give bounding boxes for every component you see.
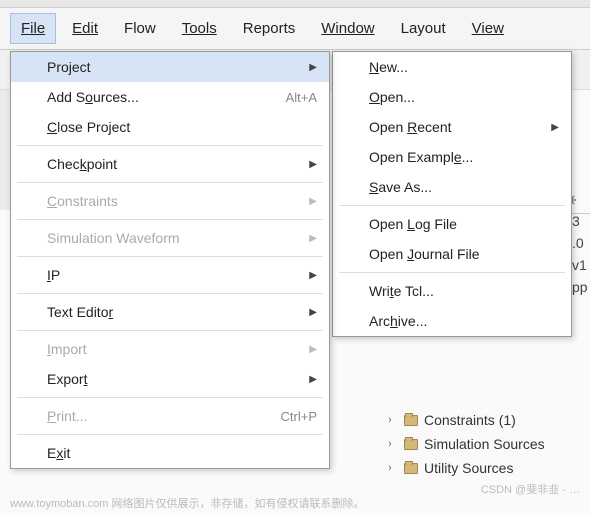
separator (17, 293, 323, 294)
chevron-right-icon: ▶ (309, 159, 317, 170)
menu-label: Add Sources... (47, 89, 139, 105)
menu-label: Project (47, 59, 91, 75)
tree-item-util-sources[interactable]: › Utility Sources (380, 456, 590, 480)
menu-layout[interactable]: Layout (391, 14, 456, 43)
submenu-open-journal[interactable]: Open Journal File (333, 239, 571, 269)
chevron-right-icon: › (388, 438, 398, 450)
separator (339, 205, 565, 206)
menu-ip[interactable]: IP ▶ (11, 260, 329, 290)
folder-icon (404, 415, 418, 426)
menu-label: Import (47, 341, 87, 357)
menu-label: Save As... (369, 179, 432, 195)
separator (17, 434, 323, 435)
submenu-archive[interactable]: Archive... (333, 306, 571, 336)
chevron-right-icon: ▶ (551, 122, 559, 133)
chevron-right-icon: ▶ (309, 270, 317, 281)
tree-label: Constraints (1) (424, 412, 516, 428)
menu-label: Open Recent (369, 119, 452, 135)
separator (339, 272, 565, 273)
menu-label: Close Project (47, 119, 130, 135)
menu-label: Write Tcl... (369, 283, 434, 299)
menu-label: Print... (47, 408, 87, 424)
menu-tools[interactable]: Tools (172, 14, 227, 43)
tree-label: Utility Sources (424, 460, 513, 476)
submenu-save-as[interactable]: Save As... (333, 172, 571, 202)
chevron-right-icon: ▶ (309, 307, 317, 318)
tree-item-constraints[interactable]: › Constraints (1) (380, 408, 590, 432)
menu-label: Open... (369, 89, 415, 105)
submenu-new[interactable]: New... (333, 52, 571, 82)
submenu-open-example[interactable]: Open Example... (333, 142, 571, 172)
separator (17, 182, 323, 183)
chevron-right-icon: ▶ (309, 196, 317, 207)
menu-constraints: Constraints ▶ (11, 186, 329, 216)
separator (17, 256, 323, 257)
folder-icon (404, 439, 418, 450)
tree-item-sim-sources[interactable]: › Simulation Sources (380, 432, 590, 456)
menu-label: Constraints (47, 193, 118, 209)
menu-print: Print... Ctrl+P (11, 401, 329, 431)
menu-add-sources[interactable]: Add Sources... Alt+A (11, 82, 329, 112)
menu-label: Exit (47, 445, 70, 461)
separator (17, 330, 323, 331)
menu-flow[interactable]: Flow (114, 14, 166, 43)
menu-close-project[interactable]: Close Project (11, 112, 329, 142)
chevron-right-icon: ▶ (309, 233, 317, 244)
menu-export[interactable]: Export ▶ (11, 364, 329, 394)
project-submenu: New... Open... Open Recent ▶ Open Exampl… (332, 51, 572, 337)
chevron-right-icon: › (388, 462, 398, 474)
menubar: File Edit Flow Tools Reports Window Layo… (0, 8, 590, 50)
menu-import: Import ▶ (11, 334, 329, 364)
menu-view[interactable]: View (462, 14, 514, 43)
menu-file[interactable]: File (10, 13, 56, 44)
watermark-left: www.toymoban.com 网络图片仅供展示，非存储，如有侵权请联系删除。 (10, 495, 364, 511)
chevron-right-icon: › (388, 414, 398, 426)
chevron-right-icon: ▶ (309, 344, 317, 355)
tree-label: Simulation Sources (424, 436, 545, 452)
separator (17, 397, 323, 398)
menu-label: IP (47, 267, 60, 283)
chevron-right-icon: ▶ (309, 374, 317, 385)
watermark-right: CSDN @斐非韭 - … (481, 481, 580, 497)
menu-edit[interactable]: Edit (62, 14, 108, 43)
menu-label: Archive... (369, 313, 427, 329)
menu-label: Checkpoint (47, 156, 117, 172)
submenu-open[interactable]: Open... (333, 82, 571, 112)
submenu-open-log[interactable]: Open Log File (333, 209, 571, 239)
menu-checkpoint[interactable]: Checkpoint ▶ (11, 149, 329, 179)
menu-text-editor[interactable]: Text Editor ▶ (11, 297, 329, 327)
chevron-right-icon: ▶ (309, 62, 317, 73)
submenu-write-tcl[interactable]: Write Tcl... (333, 276, 571, 306)
separator (17, 145, 323, 146)
menu-sim-waveform: Simulation Waveform ▶ (11, 223, 329, 253)
menu-window[interactable]: Window (311, 14, 384, 43)
menu-project[interactable]: Project ▶ (11, 52, 329, 82)
menu-label: New... (369, 59, 408, 75)
menu-reports[interactable]: Reports (233, 14, 306, 43)
shortcut: Alt+A (286, 90, 317, 105)
menu-exit[interactable]: Exit (11, 438, 329, 468)
folder-icon (404, 463, 418, 474)
menu-label: Text Editor (47, 304, 113, 320)
separator (17, 219, 323, 220)
menu-label: Open Example... (369, 149, 473, 165)
menu-label: Open Log File (369, 216, 457, 232)
file-menu: Project ▶ Add Sources... Alt+A Close Pro… (10, 51, 330, 469)
shortcut: Ctrl+P (281, 409, 317, 424)
submenu-open-recent[interactable]: Open Recent ▶ (333, 112, 571, 142)
side-strip: 3 .0 v1 pp (572, 210, 590, 298)
menu-label: Simulation Waveform (47, 230, 180, 246)
menu-label: Open Journal File (369, 246, 480, 262)
menu-label: Export (47, 371, 87, 387)
tree-panel: › Constraints (1) › Simulation Sources ›… (380, 400, 590, 488)
